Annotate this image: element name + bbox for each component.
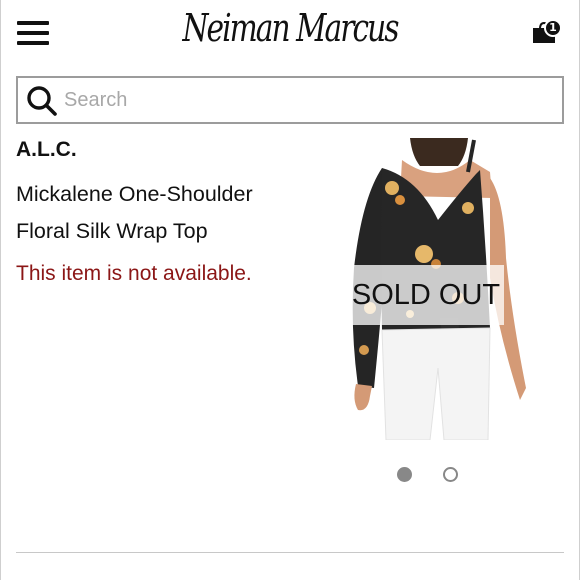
- product-name: Mickalene One-Shoulder Floral Silk Wrap …: [16, 182, 253, 243]
- shopping-bag-button[interactable]: 1: [531, 18, 563, 46]
- search-input[interactable]: [64, 86, 544, 114]
- sold-out-overlay: SOLD OUT: [348, 265, 504, 325]
- divider: [16, 552, 564, 553]
- carousel-dot-2[interactable]: [443, 467, 458, 482]
- hamburger-menu-icon[interactable]: [17, 21, 49, 45]
- search-icon: [27, 86, 57, 116]
- carousel-dot-1[interactable]: [397, 467, 412, 482]
- bag-count-badge: 1: [544, 19, 562, 37]
- header: Neiman Marcus 1: [0, 0, 580, 70]
- neiman-marcus-logo[interactable]: Neiman Marcus: [64, 6, 516, 50]
- availability-message: This item is not available.: [16, 262, 252, 285]
- search-bar[interactable]: [16, 76, 564, 124]
- product-brand[interactable]: A.L.C.: [16, 138, 77, 162]
